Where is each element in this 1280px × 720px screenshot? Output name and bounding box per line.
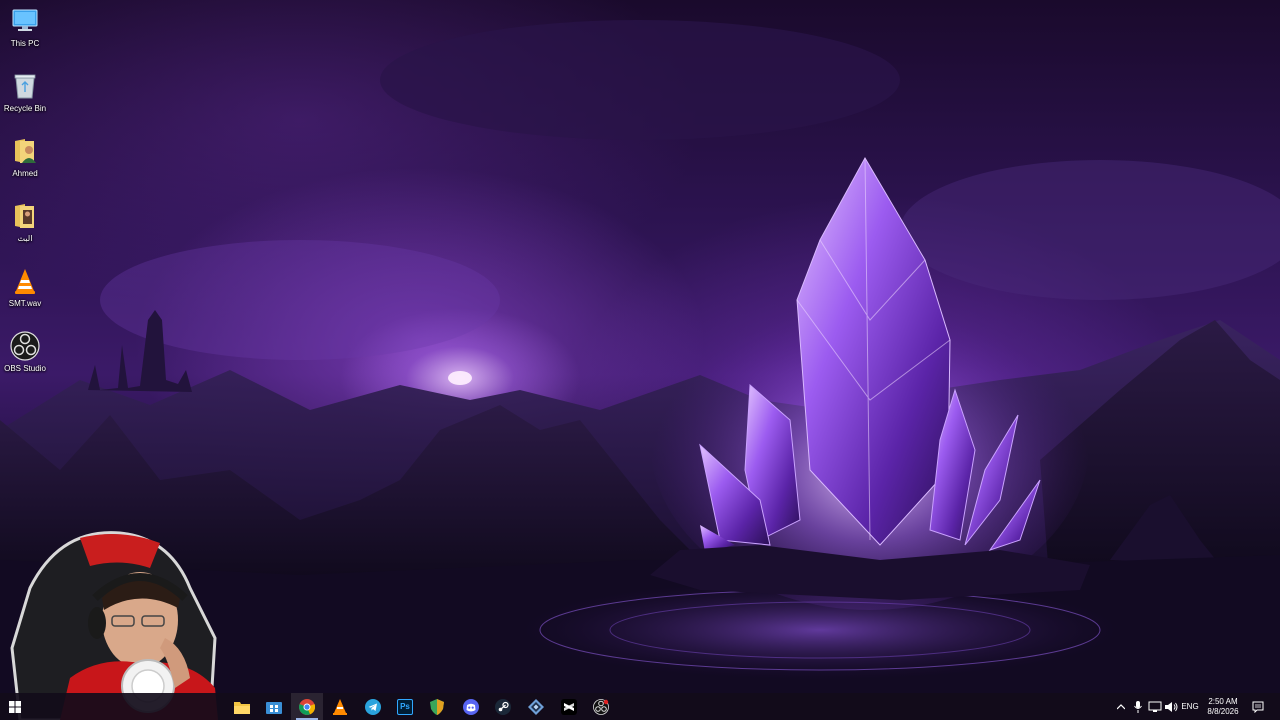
vlc-icon [10, 266, 40, 296]
shield-icon [430, 698, 444, 715]
taskbar-photoshop[interactable]: Ps [389, 693, 421, 720]
cloud [380, 20, 900, 140]
desktop-icon-broadcast-folder[interactable]: البث [0, 201, 50, 244]
windows-icon [9, 700, 21, 713]
desktop-icon-label: Recycle Bin [3, 104, 47, 113]
photoshop-icon-text: Ps [400, 701, 410, 711]
obs-icon [593, 698, 609, 715]
taskbar-shield-app[interactable] [421, 693, 453, 720]
microphone-tray-button[interactable] [1131, 693, 1145, 720]
network-icon [1148, 701, 1162, 712]
speaker-icon [1165, 701, 1178, 712]
volume-tray-button[interactable] [1163, 693, 1179, 720]
notification-icon [1252, 701, 1264, 713]
steam-icon [495, 698, 511, 715]
chevron-up-icon [1117, 703, 1125, 709]
desktop-icon-label: This PC [10, 39, 40, 48]
desktop-icon-label: SMT.wav [8, 299, 42, 308]
taskbar-steam[interactable] [487, 693, 519, 720]
desktop-icon-label: البث [17, 234, 33, 243]
microphone-icon [1134, 700, 1142, 713]
user-folder-icon [10, 136, 40, 166]
this-pc-icon [10, 6, 40, 36]
discord-icon [463, 698, 479, 715]
desktop-icon-this-pc[interactable]: This PC [0, 6, 50, 49]
folder-icon [234, 701, 250, 714]
store-icon [266, 701, 282, 714]
show-hidden-icons-button[interactable] [1114, 693, 1128, 720]
capcut-icon [561, 698, 577, 715]
taskbar-file-explorer[interactable] [226, 693, 258, 720]
taskbar: Ps ENG 2:50 AM 8/8/2026 [0, 693, 1280, 720]
taskbar-vlc[interactable] [324, 693, 356, 720]
desktop-icon-label: OBS Studio [4, 364, 46, 373]
network-tray-button[interactable] [1147, 693, 1163, 720]
taskbar-chrome[interactable] [291, 693, 323, 720]
taskbar-vpn-app[interactable] [520, 693, 552, 720]
taskbar-obs[interactable] [585, 693, 617, 720]
cloud [900, 160, 1280, 300]
folder-icon [10, 201, 40, 231]
taskbar-store[interactable] [258, 693, 290, 720]
obs-icon [10, 331, 40, 361]
language-indicator[interactable]: ENG [1179, 693, 1201, 720]
clock[interactable]: 2:50 AM 8/8/2026 [1203, 693, 1243, 720]
desktop-icon-smt-wav[interactable]: SMT.wav [0, 266, 50, 309]
chrome-icon [299, 698, 315, 715]
taskbar-capcut[interactable] [553, 693, 585, 720]
desktop-icon-label: Ahmed [12, 169, 38, 178]
webcam-overlay [10, 531, 218, 720]
diamond-app-icon [528, 698, 544, 715]
desktop-icon-recycle-bin[interactable]: Recycle Bin [0, 71, 50, 114]
photoshop-icon: Ps [397, 698, 413, 715]
desktop-icon-ahmed[interactable]: Ahmed [0, 136, 50, 179]
recycle-bin-icon [10, 71, 40, 101]
horizon-sun [448, 371, 472, 385]
start-button[interactable] [0, 693, 30, 720]
taskbar-telegram[interactable] [357, 693, 389, 720]
desktop-icon-obs-studio[interactable]: OBS Studio [0, 331, 50, 374]
vlc-icon [333, 698, 347, 715]
desktop[interactable]: This PC Recycle Bin Ahmed البث SMT.wav O… [0, 0, 1280, 720]
telegram-icon [365, 698, 381, 715]
clock-time: 2:50 AM [1208, 696, 1238, 706]
action-center-button[interactable] [1248, 693, 1268, 720]
clock-date: 8/8/2026 [1207, 706, 1239, 716]
taskbar-discord[interactable] [455, 693, 487, 720]
